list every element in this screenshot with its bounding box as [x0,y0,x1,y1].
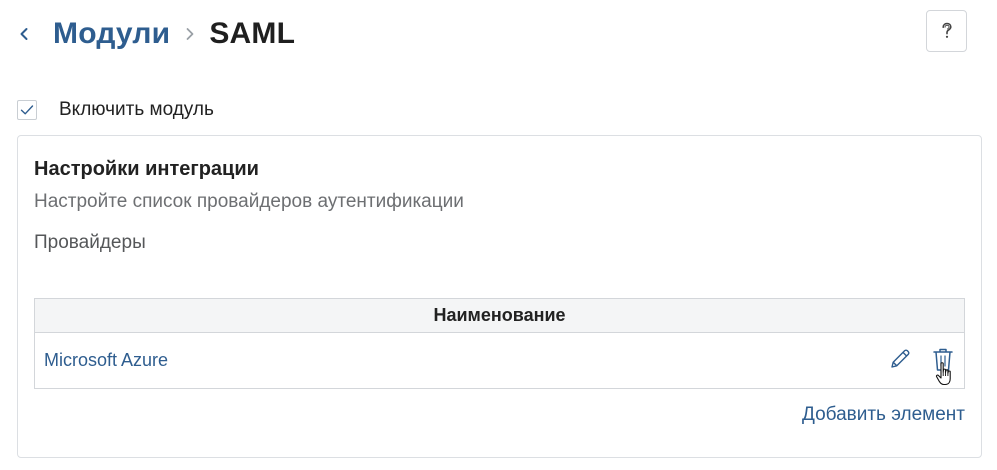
hand-cursor-icon [935,362,951,386]
pencil-icon[interactable] [887,346,913,372]
checkmark-icon [20,105,34,115]
add-element-link[interactable]: Добавить элемент [802,404,965,426]
question-mark-icon [941,22,952,38]
enable-module-toggle[interactable]: Включить модуль [17,98,214,122]
help-button[interactable] [926,10,967,52]
integration-settings-description: Настройте список провайдеров аутентифика… [34,191,464,212]
enable-module-label: Включить модуль [59,99,214,120]
table-row[interactable]: Microsoft Azure [35,333,964,388]
chevron-left-icon [20,28,28,40]
page-title: SAML [209,17,296,50]
breadcrumb: Модули SAML [53,12,295,56]
providers-label: Провайдеры [34,232,146,253]
integration-settings-title: Настройки интеграции [34,158,259,180]
column-header-name[interactable]: Наименование [433,305,565,326]
back-button[interactable] [12,20,36,48]
integration-settings-panel: Настройки интеграции Настройте список пр… [17,135,982,458]
enable-module-checkbox[interactable] [17,100,37,120]
chevron-right-icon [184,26,196,42]
provider-name-link[interactable]: Microsoft Azure [44,350,168,371]
table-header: Наименование [35,299,964,333]
providers-table: Наименование Microsoft Azure [34,298,965,389]
breadcrumb-modules-link[interactable]: Модули [53,17,170,51]
saml-module-page: Модули SAML Включить модуль Настройки ин… [0,0,997,470]
